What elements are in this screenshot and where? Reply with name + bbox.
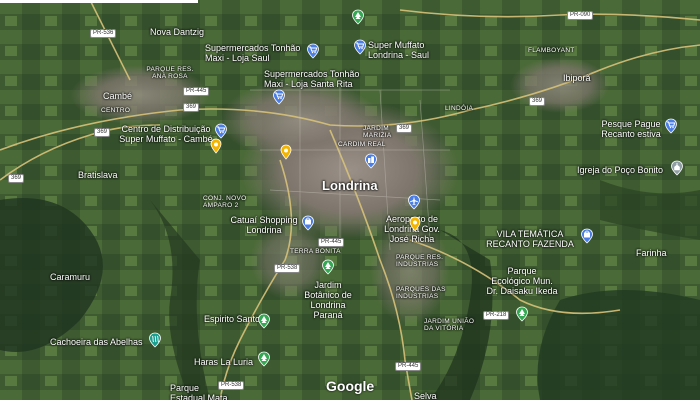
place-label-londrina[interactable]: Londrina	[322, 179, 378, 193]
place-label-jardim-botanico[interactable]: Jardim Botânico de Londrina Paraná	[304, 280, 352, 320]
place-label-bratislava[interactable]: Bratislava	[78, 170, 118, 180]
road-shield-r369e: 369	[529, 97, 546, 106]
place-label-supermercados-santa-rita[interactable]: Supermercados Tonhão Maxi - Loja Santa R…	[264, 69, 359, 89]
road-shield-pr445c: PR-445	[395, 362, 422, 371]
shopping-cart-icon	[273, 89, 285, 105]
place-label-parque-res-ana-rosa[interactable]: PARQUE RES. ANA ROSA	[146, 66, 193, 80]
road-shield-r369c: 369	[8, 174, 25, 183]
church-icon	[671, 160, 683, 176]
yellow-pin-2[interactable]	[278, 144, 294, 160]
jardim-botanico-pin[interactable]	[320, 259, 336, 275]
place-label-terra-bonita[interactable]: TERRA BONITA	[290, 248, 341, 255]
road-shield-r369a: 369	[183, 103, 200, 112]
place-label-selva[interactable]: Selva	[414, 391, 437, 400]
place-label-igreja[interactable]: Igreja do Poço Bonito	[577, 165, 663, 175]
shopping-bag-icon	[302, 215, 314, 231]
park-icon	[258, 313, 270, 329]
place-label-parque-res-industrias[interactable]: PARQUE RES. INDUSTRIAS	[396, 254, 443, 268]
yellow-pin-3[interactable]	[407, 216, 423, 232]
place-label-parque-ecologico[interactable]: Parque Ecológico Mun. Dr. Daisaku Ikeda	[486, 266, 557, 296]
super-muffato-saul-pin[interactable]	[352, 39, 368, 55]
road-shield-pr218: PR-218	[483, 311, 510, 320]
place-label-parque-industrias[interactable]: PARQUES DAS INDUSTRIAS	[396, 286, 446, 300]
park-icon	[258, 351, 270, 367]
road-shield-r369d: 369	[396, 124, 413, 133]
city-icon	[365, 153, 377, 169]
shopping-cart-icon	[307, 43, 319, 59]
catuai-pin[interactable]	[300, 215, 316, 231]
waterfall-icon	[149, 332, 161, 348]
yellow-pin-1[interactable]	[208, 138, 224, 154]
place-label-farinha[interactable]: Farinha	[636, 248, 667, 258]
google-logo: Google	[326, 378, 375, 394]
road-shield-r369b: 369	[94, 128, 111, 137]
road-shield-pr536: PR-536	[90, 29, 117, 38]
place-label-ibipora[interactable]: Ibiporã	[563, 73, 591, 83]
city-pin[interactable]	[363, 153, 379, 169]
park-icon	[352, 9, 364, 25]
haras-pin[interactable]	[256, 351, 272, 367]
place-label-jardim-uniao[interactable]: JARDIM UNIÃO DA VITÓRIA	[424, 318, 474, 332]
top-park-pin[interactable]	[350, 9, 366, 25]
road-shield-pr090: PR-090	[567, 11, 594, 20]
place-label-espirito-santo[interactable]: Espirito Santo	[204, 314, 260, 324]
shopping-cart-icon	[354, 39, 366, 55]
place-label-catuai[interactable]: Catuaí Shopping Londrina	[230, 215, 297, 235]
place-label-jardim-marizia[interactable]: JARDIM MARIZIA	[363, 125, 391, 139]
tonhao-saul-pin[interactable]	[305, 43, 321, 59]
place-label-conj-novo-amparo[interactable]: CONJ. NOVO AMPARO 2	[203, 195, 246, 209]
place-label-caramuru[interactable]: Caramuru	[50, 272, 90, 282]
place-icon	[210, 138, 222, 154]
place-label-vila-tematica[interactable]: VILA TEMÁTICA RECANTO FAZENDA	[486, 229, 574, 249]
airplane-icon	[408, 194, 420, 210]
place-label-super-muffato-saul[interactable]: Super Muffato Londrina - Saul	[368, 40, 429, 60]
shopping-cart-icon	[215, 123, 227, 139]
place-label-pesque-pague[interactable]: Pesque Pague Recanto estiva	[601, 119, 661, 139]
airport-pin[interactable]	[406, 194, 422, 210]
place-label-nova-dantzig[interactable]: Nova Dantzig	[150, 27, 204, 37]
park-icon	[516, 306, 528, 322]
road-shield-pr445a: PR-445	[183, 87, 210, 96]
place-label-haras[interactable]: Haras La Luria	[194, 357, 253, 367]
shopping-bag-icon	[581, 228, 593, 244]
centro-distribuicao-pin[interactable]	[213, 123, 229, 139]
place-label-flamboyant[interactable]: FLAMBOYANT	[528, 47, 575, 54]
place-label-cachoeira[interactable]: Cachoeira das Abelhas	[50, 337, 143, 347]
cachoeira-pin[interactable]	[147, 332, 163, 348]
map-view[interactable]: Nova Dantzig PARQUE RES. ANA ROSA Cambé CEN…	[0, 0, 700, 400]
road-shield-pr538: PR-538	[274, 264, 301, 273]
place-label-cambe[interactable]: Cambé	[103, 91, 132, 101]
pesque-pague-pin[interactable]	[663, 118, 679, 134]
place-icon	[280, 144, 292, 160]
place-label-centro-distribuicao[interactable]: Centro de Distribuição Super Muffato - C…	[119, 124, 212, 144]
tonhao-santa-rita-pin[interactable]	[271, 89, 287, 105]
place-label-cardim-real[interactable]: CARDIM REAL	[338, 141, 386, 148]
place-label-supermercados-saul[interactable]: Supermercados Tonhão Maxi - Loja Saul	[205, 43, 300, 63]
parque-ecologico-pin[interactable]	[514, 306, 530, 322]
espirito-santo-pin[interactable]	[256, 313, 272, 329]
shopping-cart-icon	[665, 118, 677, 134]
place-label-centro[interactable]: CENTRO	[101, 107, 130, 114]
road-shield-pr538b: PR-538	[218, 381, 245, 390]
igreja-pin[interactable]	[669, 160, 685, 176]
top-overlay-bar	[0, 0, 198, 3]
park-icon	[322, 259, 334, 275]
place-icon	[409, 216, 421, 232]
vila-tematica-pin[interactable]	[579, 228, 595, 244]
place-label-lindoia[interactable]: LINDÓIA	[445, 105, 473, 112]
road-shield-pr445b: PR-445	[318, 238, 345, 247]
